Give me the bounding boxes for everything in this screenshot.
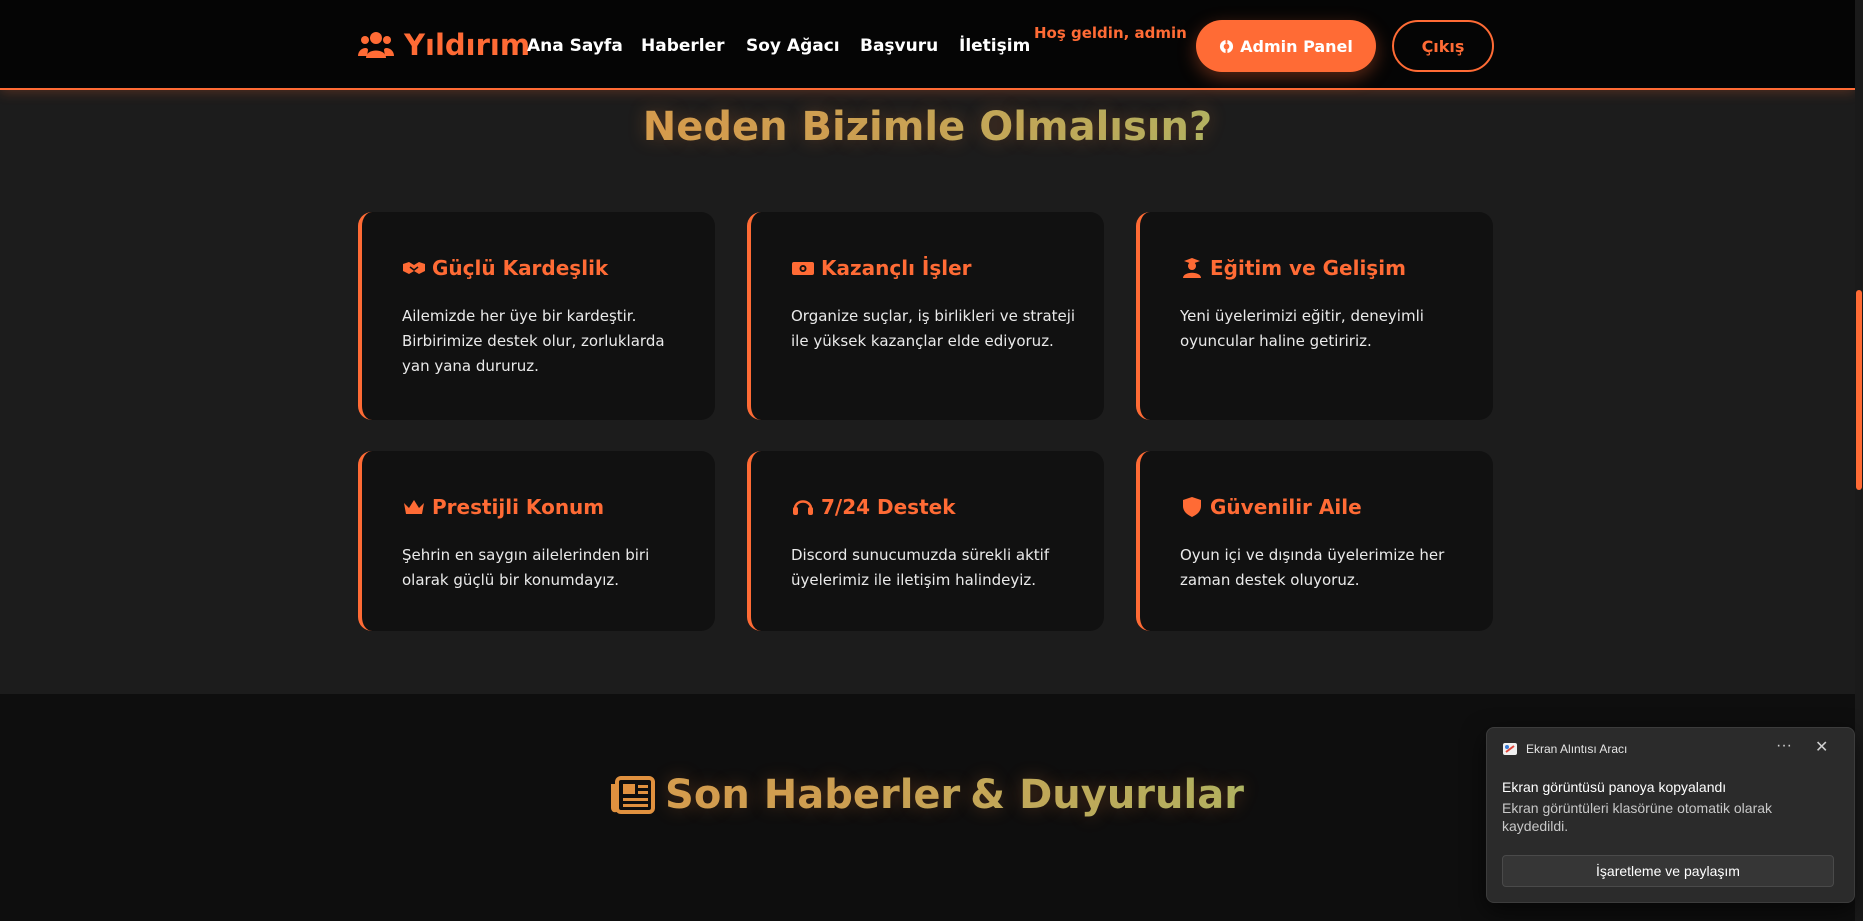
admin-gear-icon	[1220, 39, 1234, 53]
feature-card: Güçlü Kardeşlik Ailemizde her üye bir ka…	[358, 212, 715, 420]
headset-icon	[793, 500, 813, 515]
notification-app-header: Ekran Alıntısı Aracı	[1502, 741, 1627, 757]
graduate-icon	[1183, 258, 1201, 278]
logout-button[interactable]: Çıkış	[1392, 20, 1494, 72]
feature-card-title: Güvenilir Aile	[1210, 495, 1362, 519]
feature-card-title: Eğitim ve Gelişim	[1210, 256, 1406, 280]
notification-app-name: Ekran Alıntısı Aracı	[1526, 742, 1628, 756]
brand-logo[interactable]: Yıldırım	[358, 28, 530, 62]
handshake-icon	[403, 262, 425, 274]
more-options-icon[interactable]: ···	[1776, 737, 1792, 755]
crown-icon	[404, 500, 424, 514]
nav-news[interactable]: Haberler	[641, 36, 725, 56]
nav-family-tree[interactable]: Soy Ağacı	[746, 36, 840, 56]
feature-card: Eğitim ve Gelişim Yeni üyelerimizi eğiti…	[1136, 212, 1493, 420]
notification-title: Ekran görüntüsü panoya kopyalandı	[1502, 779, 1727, 795]
markup-and-share-button[interactable]: İşaretleme ve paylaşım	[1502, 855, 1834, 887]
scrollbar-thumb[interactable]	[1856, 290, 1862, 490]
nav-contact[interactable]: İletişim	[959, 36, 1030, 56]
snipping-tool-icon	[1503, 743, 1517, 755]
brand-name: Yıldırım	[404, 28, 531, 62]
feature-card-heading: Prestijli Konum	[402, 495, 604, 519]
feature-card-title: 7/24 Destek	[821, 495, 956, 519]
welcome-text: Hoş geldin, admin	[1034, 24, 1187, 42]
feature-card: Güvenilir Aile Oyun içi ve dışında üyele…	[1136, 451, 1493, 631]
feature-card-heading: Kazançlı İşler	[791, 256, 972, 280]
feature-card: Prestijli Konum Şehrin en saygın aileler…	[358, 451, 715, 631]
feature-card-heading: Güçlü Kardeşlik	[402, 256, 608, 280]
nav-apply[interactable]: Başvuru	[860, 36, 938, 56]
feature-card-heading: Güvenilir Aile	[1180, 495, 1362, 519]
news-title-part1: Son Haberler	[665, 772, 961, 818]
nav-home[interactable]: Ana Sayfa	[527, 36, 623, 56]
snipping-tool-notification[interactable]: Ekran Alıntısı Aracı ··· ✕ Ekran görüntü…	[1486, 727, 1855, 903]
feature-card-text: Organize suçlar, iş birlikleri ve strate…	[791, 307, 1076, 350]
users-icon	[358, 32, 394, 58]
feature-card-text: Ailemizde her üye bir kardeştir. Birbiri…	[402, 307, 665, 375]
feature-card-title: Güçlü Kardeşlik	[432, 256, 609, 280]
money-icon	[792, 262, 814, 275]
newspaper-icon	[611, 776, 656, 814]
admin-panel-label: Admin Panel	[1240, 36, 1353, 56]
notification-body: Ekran görüntüleri klasörüne otomatik ola…	[1502, 800, 1773, 834]
shield-icon	[1183, 497, 1201, 517]
feature-card-heading: 7/24 Destek	[791, 495, 956, 519]
feature-card-title: Kazançlı İşler	[821, 256, 972, 280]
features-title: Neden Bizimle Olmalısın?	[0, 104, 1855, 150]
feature-card-text: Şehrin en saygın ailelerinden biri olara…	[402, 546, 650, 589]
feature-card-title: Prestijli Konum	[432, 495, 605, 519]
feature-card-text: Yeni üyelerimizi eğitir, deneyimli oyunc…	[1180, 307, 1424, 350]
feature-card-heading: Eğitim ve Gelişim	[1180, 256, 1406, 280]
feature-card: 7/24 Destek Discord sunucumuzda sürekli …	[747, 451, 1104, 631]
close-icon[interactable]: ✕	[1815, 737, 1828, 757]
feature-card-text: Discord sunucumuzda sürekli aktif üyeler…	[791, 546, 1050, 589]
feature-card-text: Oyun içi ve dışında üyelerimize her zama…	[1180, 546, 1445, 589]
news-title-part2: & Duyurular	[970, 772, 1244, 818]
admin-panel-button[interactable]: Admin Panel	[1196, 20, 1376, 72]
top-navbar: Yıldırım Ana Sayfa Haberler Soy Ağacı Ba…	[0, 0, 1855, 90]
feature-card: Kazançlı İşler Organize suçlar, iş birli…	[747, 212, 1104, 420]
